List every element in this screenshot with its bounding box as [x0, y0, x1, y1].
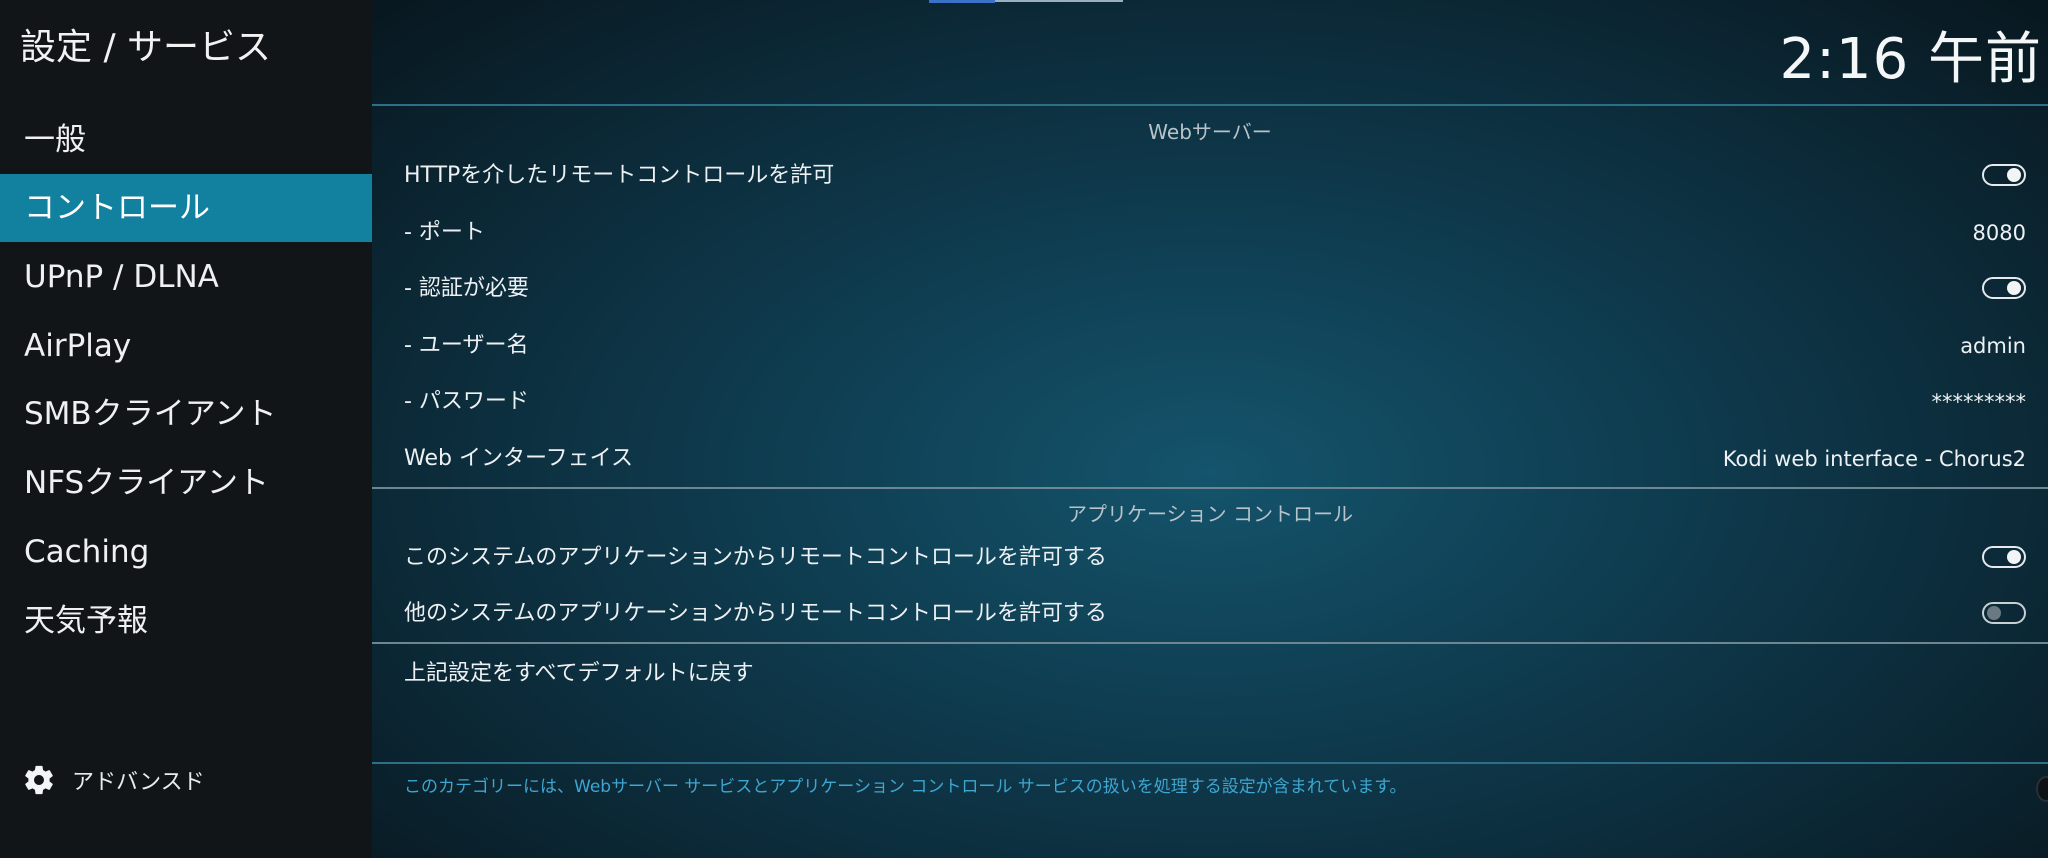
gear-icon: [25, 765, 53, 795]
clock: 2:16 午前: [1779, 27, 2042, 92]
sidebar-item-label: NFSクライアント: [24, 465, 269, 501]
sidebar-item-airplay[interactable]: AirPlay: [0, 312, 372, 380]
advanced-level-button[interactable]: アドバンスド: [22, 762, 205, 798]
sidebar-item-label: 天気予報: [24, 603, 148, 639]
sidebar-item-label: SMBクライアント: [24, 396, 277, 432]
kodi-settings-window: 設定 / サービス 一般 コントロール UPnP / DLNA AirPlay …: [0, 0, 2048, 858]
setting-label: HTTPを介したリモートコントロールを許可: [404, 163, 835, 188]
reset-to-defaults[interactable]: 上記設定をすべてデフォルトに戻す: [372, 646, 2048, 702]
setting-port[interactable]: - ポート 8080: [372, 205, 2048, 261]
settings-panel: 2:16 午前 Webサーバー HTTPを介したリモートコントロールを許可 - …: [372, 0, 2048, 858]
setting-label: - パスワード: [404, 389, 529, 414]
setting-label: 上記設定をすべてデフォルトに戻す: [404, 661, 754, 686]
setting-value: Kodi web interface - Chorus2: [1722, 447, 2026, 471]
setting-label: このシステムのアプリケーションからリモートコントロールを許可する: [404, 545, 1107, 570]
sidebar-item-control[interactable]: コントロール: [0, 174, 372, 242]
top-indicator: [929, 0, 995, 3]
sidebar-item-label: UPnP / DLNA: [24, 259, 219, 295]
breadcrumb: 設定 / サービス: [20, 27, 272, 68]
section-header-webserver: Webサーバー: [1148, 120, 1272, 144]
setting-allow-remote-apps[interactable]: 他のシステムのアプリケーションからリモートコントロールを許可する: [372, 586, 2048, 642]
sidebar-item-nfs-client[interactable]: NFSクライアント: [0, 449, 372, 517]
top-indicator-track: [995, 0, 1123, 2]
setting-value: *********: [1931, 390, 2027, 414]
setting-allow-http-remote[interactable]: HTTPを介したリモートコントロールを許可: [372, 148, 2048, 204]
setting-label: - ポート: [404, 220, 485, 245]
sidebar: 設定 / サービス 一般 コントロール UPnP / DLNA AirPlay …: [0, 0, 372, 858]
toggle-switch-off[interactable]: [1982, 602, 2026, 624]
scroll-indicator[interactable]: [2036, 776, 2048, 802]
sidebar-item-label: コントロール: [24, 190, 210, 226]
toggle-switch-on[interactable]: [1982, 277, 2026, 299]
setting-value: 8080: [1972, 221, 2026, 245]
setting-username[interactable]: - ユーザー名 admin: [372, 318, 2048, 374]
category-description: このカテゴリーには、Webサーバー サービスとアプリケーション コントロール サ…: [404, 777, 1407, 797]
advanced-level-label: アドバンスド: [72, 770, 205, 795]
sidebar-item-label: Caching: [24, 534, 150, 570]
section-header-app-control: アプリケーション コントロール: [1067, 502, 1353, 526]
sidebar-item-label: 一般: [24, 122, 86, 158]
setting-label: - ユーザー名: [404, 333, 529, 358]
setting-label: Web インターフェイス: [404, 446, 633, 471]
sidebar-item-caching[interactable]: Caching: [0, 518, 372, 586]
header-divider: [372, 104, 2048, 106]
section-divider: [372, 642, 2048, 644]
setting-value: admin: [1960, 334, 2026, 358]
sidebar-item-label: AirPlay: [24, 328, 132, 364]
setting-label: - 認証が必要: [404, 276, 529, 301]
sidebar-item-general[interactable]: 一般: [0, 106, 372, 174]
section-divider: [372, 487, 2048, 489]
setting-label: 他のシステムのアプリケーションからリモートコントロールを許可する: [404, 601, 1107, 626]
toggle-switch-on[interactable]: [1982, 546, 2026, 568]
setting-allow-local-apps[interactable]: このシステムのアプリケーションからリモートコントロールを許可する: [372, 530, 2048, 586]
sidebar-item-smb-client[interactable]: SMBクライアント: [0, 380, 372, 448]
setting-require-auth[interactable]: - 認証が必要: [372, 261, 2048, 317]
sidebar-item-upnp-dlna[interactable]: UPnP / DLNA: [0, 243, 372, 311]
sidebar-item-weather[interactable]: 天気予報: [0, 587, 372, 655]
footer-divider: [372, 762, 2048, 764]
toggle-switch-on[interactable]: [1982, 164, 2026, 186]
setting-password[interactable]: - パスワード *********: [372, 374, 2048, 430]
setting-web-interface[interactable]: Web インターフェイス Kodi web interface - Chorus…: [372, 431, 2048, 487]
